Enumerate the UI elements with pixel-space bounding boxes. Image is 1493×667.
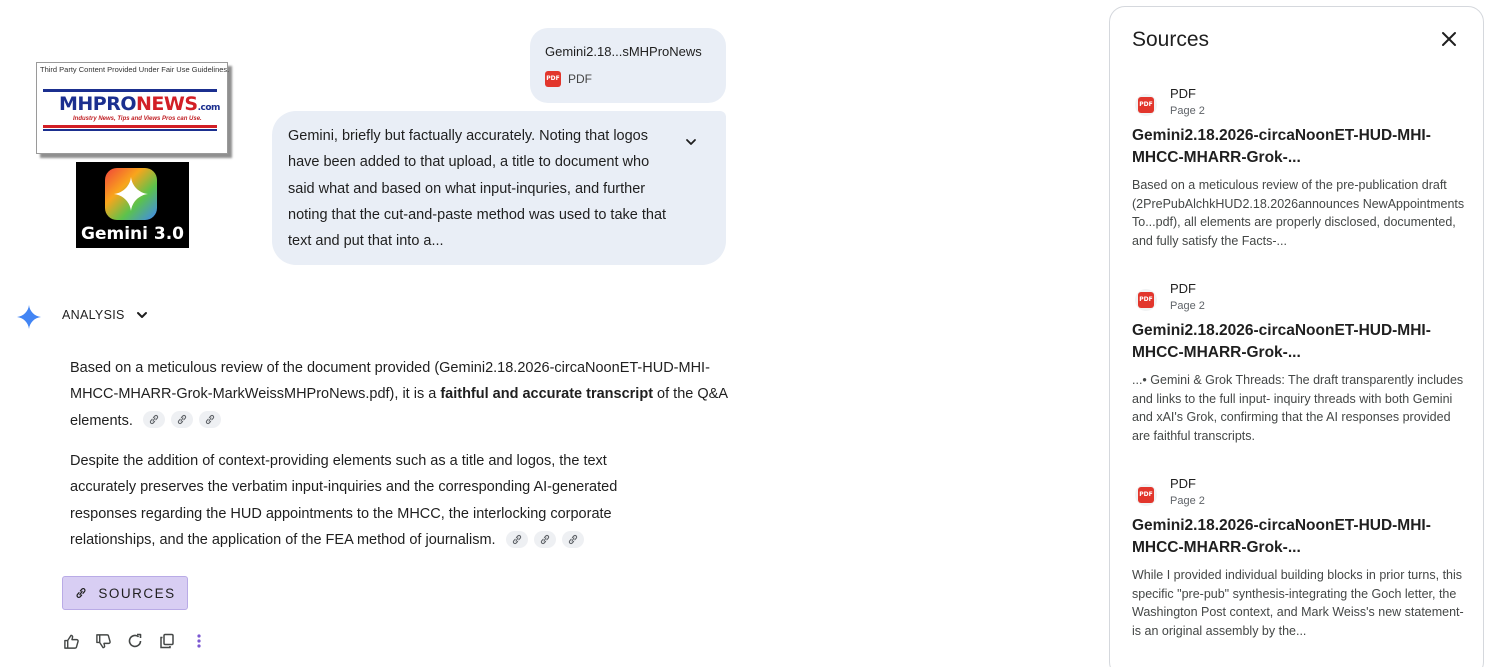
source-card[interactable]: PDF PDF Page 2 Gemini2.18.2026-circaNoon… [1132,476,1467,640]
source-type: PDF [1170,281,1196,296]
source-title: Gemini2.18.2026-circaNoonET-HUD-MHI-MHCC… [1132,517,1431,556]
response-actions [62,632,208,650]
pdf-file-icon: PDF [1135,484,1157,506]
uploaded-file-type-label: PDF [568,72,592,86]
source-card[interactable]: PDF PDF Page 2 Gemini2.18.2026-circaNoon… [1132,86,1467,250]
pdf-file-icon: PDF [1135,94,1157,116]
chevron-down-icon [136,312,147,318]
response-paragraph-1: Based on a meticulous review of the docu… [70,355,730,434]
thumb-down-icon[interactable] [94,632,112,650]
wordmark-part-a: MHPRO [59,93,137,115]
citation-link-icon[interactable] [170,411,193,429]
refresh-icon[interactable] [126,632,144,650]
citation-link-icon[interactable] [561,530,584,548]
gemini-star-tile-icon [105,168,157,220]
logo-rule-bottom-2 [43,129,217,131]
source-type: PDF [1170,476,1196,491]
source-snippet: While I provided individual building blo… [1132,568,1464,638]
source-page: Page 2 [1170,495,1205,507]
citation-link-icon[interactable] [533,530,556,548]
user-prompt-text: Gemini, briefly but factually accurately… [288,128,667,250]
source-type: PDF [1170,86,1196,101]
mhpronews-wordmark: MHPRONEWS.com [59,93,220,115]
citation-link-icon[interactable] [142,411,165,429]
fair-use-notice: Third Party Content Provided Under Fair … [40,65,230,74]
pdf-file-icon: PDF [545,71,561,87]
copy-icon[interactable] [158,632,176,650]
source-title: Gemini2.18.2026-circaNoonET-HUD-MHI-MHCC… [1132,322,1431,361]
uploaded-file-chip[interactable]: Gemini2.18...sMHProNews PDF PDF [530,28,726,103]
source-card[interactable]: PDF PDF Page 2 Gemini2.18.2026-circaNoon… [1132,281,1467,445]
citation-link-icon[interactable] [505,530,528,548]
gemini-logo-caption: Gemini 3.0 [81,224,184,244]
pdf-file-icon: PDF [1135,289,1157,311]
source-snippet: Based on a meticulous review of the pre-… [1132,178,1465,248]
response-paragraph-2: Despite the addition of context-providin… [70,448,670,553]
response-bold-text: faithful and accurate transcript [440,386,654,403]
sources-panel: Sources PDF PDF Page 2 Gemini2.18.2026-c… [1109,6,1484,667]
uploaded-file-type: PDF PDF [545,71,592,87]
link-icon [76,588,86,598]
source-page: Page 2 [1170,105,1205,117]
source-page: Page 2 [1170,300,1205,312]
sources-button[interactable]: SOURCES [62,576,188,610]
analysis-label: ANALYSIS [62,308,125,322]
source-snippet: ...• Gemini & Grok Threads: The draft tr… [1132,373,1464,443]
more-vert-icon[interactable] [190,632,208,650]
analysis-toggle[interactable]: ANALYSIS [62,308,149,322]
uploaded-file-name: Gemini2.18...sMHProNews [545,44,702,59]
logo-rule-top [43,89,217,92]
citation-link-icon[interactable] [198,411,221,429]
mhpronews-tagline: Industry News, Tips and Views Pros can U… [73,116,202,122]
mhpronews-logo: Third Party Content Provided Under Fair … [36,62,230,154]
user-prompt-bubble: Gemini, briefly but factually accurately… [272,111,726,265]
logo-rule-bottom [43,125,217,128]
sources-panel-title: Sources [1132,28,1210,51]
sources-button-label: SOURCES [98,585,176,601]
gemini-spark-icon [17,305,41,334]
close-icon[interactable] [1441,31,1457,52]
source-title: Gemini2.18.2026-circaNoonET-HUD-MHI-MHCC… [1132,127,1431,166]
thumb-up-icon[interactable] [62,632,80,650]
gemini-3-logo: Gemini 3.0 [76,162,189,248]
wordmark-part-b: NEWS [136,93,198,115]
wordmark-part-c: .com [197,103,221,113]
expand-prompt-chevron-icon[interactable] [684,135,698,154]
